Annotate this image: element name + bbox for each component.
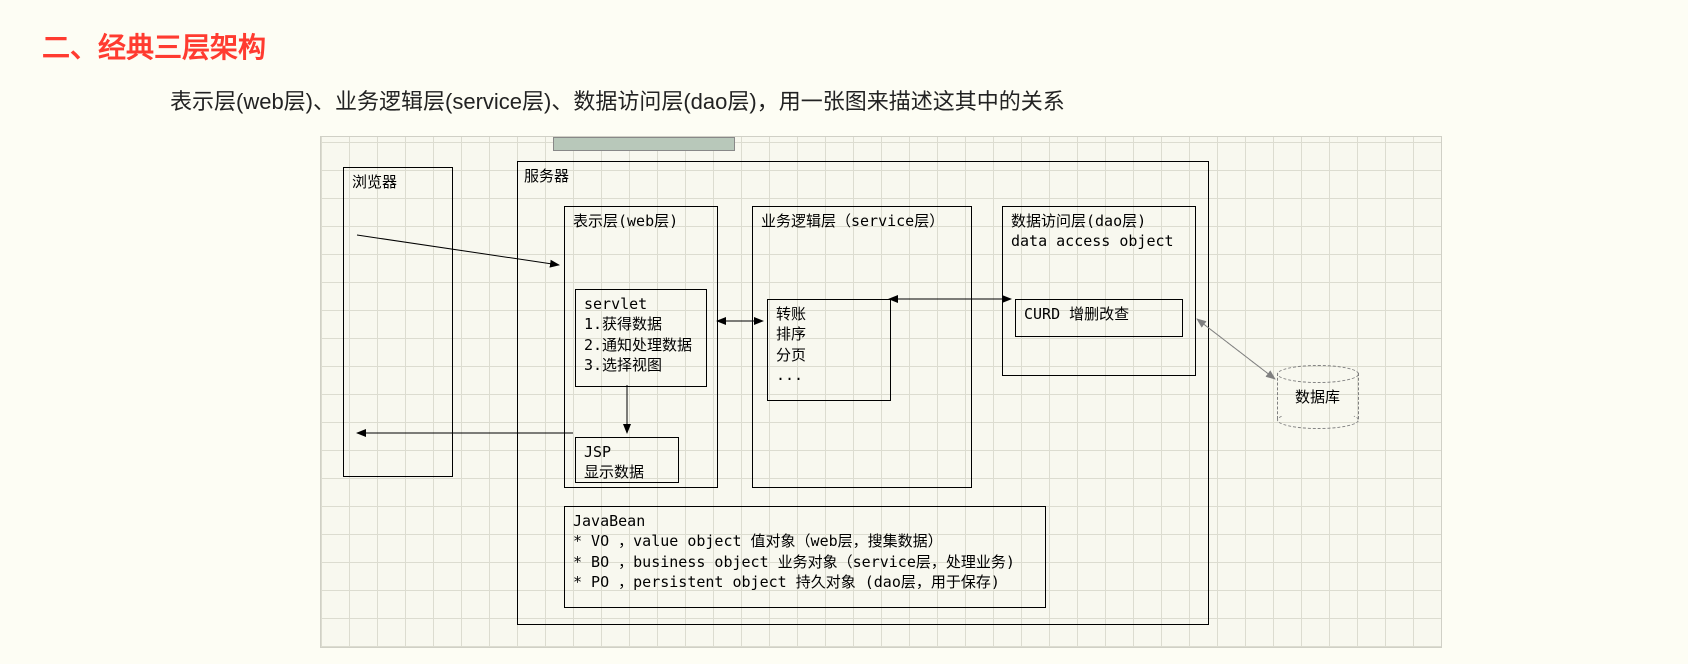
selection-marker [553, 137, 735, 151]
jsp-text: JSP 显示数据 [576, 438, 678, 487]
dao-body-text: CURD 增删改查 [1016, 300, 1182, 328]
javabean-text: JavaBean * VO ，value object 值对象（web层，搜集数… [565, 507, 1045, 596]
service-layer-box: 业务逻辑层（service层） 转账 排序 分页 ... [752, 206, 972, 488]
dao-layer-box: 数据访问层(dao层) data access object CURD 增删改查 [1002, 206, 1196, 376]
database-label: 数据库 [1295, 387, 1340, 407]
dao-body-box: CURD 增删改查 [1015, 299, 1183, 337]
section-subheading: 表示层(web层)、业务逻辑层(service层)、数据访问层(dao层)，用一… [170, 84, 1065, 116]
servlet-box: servlet 1.获得数据 2.通知处理数据 3.选择视图 [575, 289, 707, 387]
dao-layer-title: 数据访问层(dao层) data access object [1003, 207, 1195, 256]
browser-label: 浏览器 [344, 168, 452, 196]
page: 二、经典三层架构 表示层(web层)、业务逻辑层(service层)、数据访问层… [0, 0, 1688, 664]
javabean-box: JavaBean * VO ，value object 值对象（web层，搜集数… [564, 506, 1046, 608]
jsp-box: JSP 显示数据 [575, 437, 679, 483]
server-label: 服务器 [524, 166, 569, 186]
web-layer-box: 表示层(web层) servlet 1.获得数据 2.通知处理数据 3.选择视图… [564, 206, 718, 488]
web-layer-title: 表示层(web层) [565, 207, 717, 235]
server-box: 服务器 表示层(web层) servlet 1.获得数据 2.通知处理数据 3.… [517, 161, 1209, 625]
diagram-canvas: 浏览器 服务器 表示层(web层) servlet 1.获得数据 2.通知处理数… [320, 136, 1442, 648]
servlet-text: servlet 1.获得数据 2.通知处理数据 3.选择视图 [576, 290, 706, 379]
section-heading: 二、经典三层架构 [42, 26, 266, 66]
service-body-box: 转账 排序 分页 ... [767, 299, 891, 401]
browser-box: 浏览器 [343, 167, 453, 477]
database-cylinder: 数据库 [1277, 365, 1359, 423]
service-body-text: 转账 排序 分页 ... [768, 300, 890, 389]
service-layer-title: 业务逻辑层（service层） [753, 207, 971, 235]
